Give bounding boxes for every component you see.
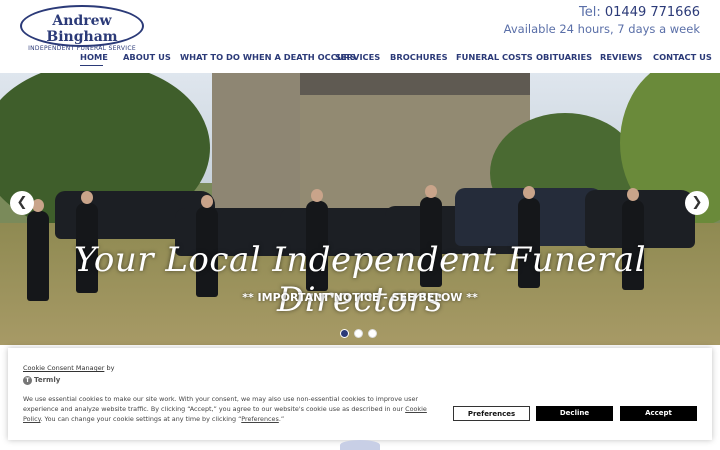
logo-name: Andrew Bingham [46,13,118,45]
cookie-manager-title: Cookie Consent Manager by [23,364,114,372]
tel-number-link[interactable]: 01449 771666 [605,5,700,20]
cookie-by-text: by [106,364,115,372]
chat-widget-peek[interactable] [340,440,380,450]
slide-dot-1[interactable] [340,329,349,338]
availability-text: Available 24 hours, 7 days a week [503,22,700,36]
cookie-body-text: We use essential cookies to make our sit… [23,394,448,424]
hero-title: Your Local Independent Funeral Directors [73,240,647,320]
chevron-left-icon[interactable]: ❮ [10,191,34,215]
preferences-button[interactable]: Preferences [453,406,530,421]
nav-contact-us[interactable]: CONTACT US [653,52,712,62]
nav-reviews[interactable]: REVIEWS [600,52,642,62]
phone-line: Tel: 01449 771666 [579,5,700,20]
slide-dot-3[interactable] [368,329,377,338]
termly-brand: Termly [34,376,61,384]
important-notice-link[interactable]: ** IMPORTANT NOTICE - SEE BELOW ** [0,291,720,304]
preferences-inline-link[interactable]: Preferences [241,415,279,423]
cookie-manager-link[interactable]: Cookie Consent Manager [23,364,104,372]
cookie-body-part: .” [278,415,285,423]
cookie-body-part: We use essential cookies to make our sit… [23,395,419,413]
church-tower [212,73,302,213]
accept-button[interactable]: Accept [620,406,697,421]
chevron-right-icon[interactable]: ❯ [685,191,709,215]
nav-active-underline [80,65,103,66]
main-nav: HOME ABOUT US WHAT TO DO WHEN A DEATH OC… [0,52,720,66]
slide-dot-2[interactable] [354,329,363,338]
nav-funeral-costs[interactable]: FUNERAL COSTS [456,52,533,62]
tel-label: Tel: [579,5,601,20]
decline-button[interactable]: Decline [536,406,613,421]
nav-about-us[interactable]: ABOUT US [123,52,171,62]
site-header: Andrew Bingham INDEPENDENT FUNERAL SERVI… [0,0,720,73]
termly-logo[interactable]: T Termly [23,376,60,385]
slider-dots [340,329,382,339]
nav-services[interactable]: SERVICES [335,52,380,62]
cookie-consent-banner: Cookie Consent Manager by T Termly We use… [8,348,712,440]
cookie-body-part: . You can change your cookie settings at… [40,415,242,423]
hero-slider: Your Local Independent Funeral Directors… [0,73,720,345]
nav-brochures[interactable]: BROCHURES [390,52,448,62]
termly-icon: T [23,376,32,385]
nav-what-to-do[interactable]: WHAT TO DO WHEN A DEATH OCCURS [180,52,356,62]
nav-home[interactable]: HOME [80,52,108,62]
nav-obituaries[interactable]: OBITUARIES [536,52,592,62]
site-logo[interactable]: Andrew Bingham INDEPENDENT FUNERAL SERVI… [20,5,144,52]
